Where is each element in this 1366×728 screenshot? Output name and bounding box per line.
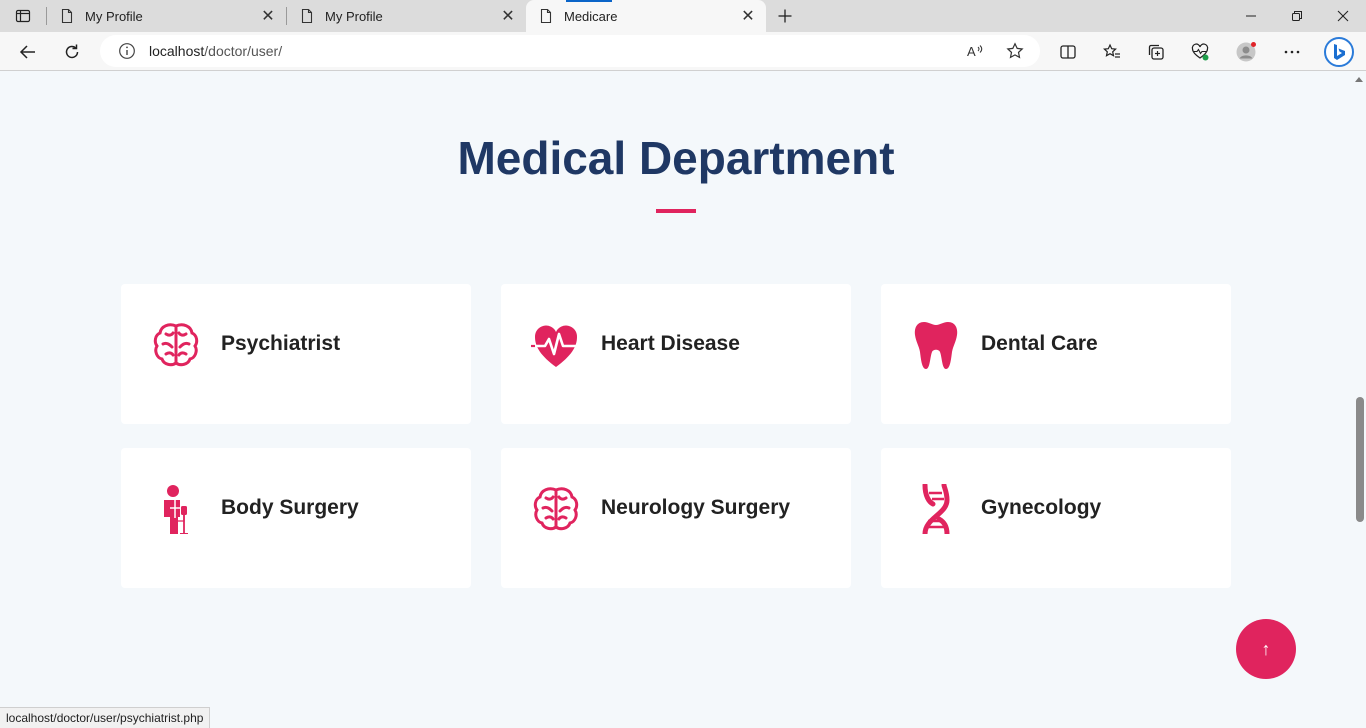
scroll-up-arrow-icon[interactable] (1355, 77, 1363, 82)
page-icon (540, 8, 552, 24)
url-host: localhost (149, 43, 205, 59)
department-label: Dental Care (981, 332, 1098, 355)
collections-button[interactable] (1146, 42, 1166, 62)
tab-actions-menu-button[interactable] (0, 0, 46, 32)
new-tab-button[interactable] (766, 0, 804, 32)
tab-title: My Profile (85, 8, 143, 24)
restore-icon (1292, 11, 1302, 21)
heart-pulse-icon (531, 325, 581, 367)
department-card-dental-care[interactable]: Dental Care (881, 284, 1231, 424)
favorite-star-icon[interactable] (1006, 42, 1024, 60)
browser-tab[interactable]: My Profile ✕ (287, 0, 526, 32)
page-icon (61, 8, 73, 24)
department-card-gynecology[interactable]: Gynecology (881, 448, 1231, 588)
tab-actions-icon (15, 9, 31, 23)
department-label: Psychiatrist (221, 332, 341, 355)
department-label: Neurology Surgery (601, 496, 791, 519)
back-button[interactable] (14, 38, 42, 66)
collections-icon (1148, 44, 1164, 60)
address-bar[interactable]: localhost/doctor/user/ A (100, 35, 1040, 67)
info-icon[interactable] (118, 42, 136, 60)
department-label: Body Surgery (221, 496, 359, 519)
avatar-icon (1236, 42, 1256, 62)
refresh-icon (65, 44, 79, 59)
section-title: Medical Department (457, 132, 895, 184)
tab-title: My Profile (325, 8, 383, 24)
back-to-top-button[interactable]: ↑ (1236, 619, 1296, 679)
heart-pulse-outline-icon (1191, 43, 1209, 61)
profile-button[interactable] (1236, 42, 1256, 62)
split-screen-button[interactable] (1058, 42, 1078, 62)
favorites-icon (1103, 43, 1120, 58)
url-path: /doctor/user/ (204, 43, 283, 59)
favorites-button[interactable] (1102, 42, 1122, 62)
brain-icon (153, 323, 199, 367)
browser-tab[interactable]: My Profile ✕ (47, 0, 286, 32)
browser-tab-active[interactable]: Medicare ✕ (526, 0, 766, 32)
read-aloud-icon[interactable]: A (966, 42, 984, 60)
tooth-icon (914, 322, 958, 369)
link-status-bar: localhost/doctor/user/psychiatrist.php (0, 707, 211, 728)
window-controls (1228, 0, 1366, 32)
split-screen-icon (1060, 45, 1076, 59)
page-icon (301, 8, 313, 24)
department-card-psychiatrist[interactable]: Psychiatrist (121, 284, 471, 424)
url-text[interactable]: localhost/doctor/user/ (149, 43, 282, 59)
close-icon[interactable]: ✕ (260, 8, 276, 25)
close-icon (1337, 10, 1349, 22)
brain-icon (533, 487, 579, 531)
department-card-heart-disease[interactable]: Heart Disease (501, 284, 851, 424)
bing-copilot-icon (1324, 37, 1354, 67)
minimize-icon (1246, 15, 1256, 17)
close-icon[interactable]: ✕ (740, 8, 756, 25)
arrow-left-icon (19, 45, 35, 59)
title-underline (656, 209, 696, 213)
close-window-button[interactable] (1320, 0, 1366, 32)
plus-icon (778, 9, 792, 23)
minimize-button[interactable] (1228, 0, 1274, 32)
browser-essentials-button[interactable] (1190, 42, 1210, 62)
department-label: Gynecology (981, 496, 1102, 519)
settings-more-button[interactable] (1282, 42, 1302, 62)
scrollbar-thumb[interactable] (1356, 397, 1364, 522)
more-dots-icon (1284, 50, 1300, 54)
department-label: Heart Disease (601, 332, 740, 355)
close-icon[interactable]: ✕ (500, 8, 516, 25)
svg-text:A: A (967, 44, 976, 59)
refresh-button[interactable] (58, 38, 86, 66)
page-scrollbar[interactable] (1352, 71, 1366, 728)
patient-drip-icon (164, 485, 188, 534)
tab-title: Medicare (564, 8, 618, 24)
page-content: Medical Department Psychiatrist Heart Di… (0, 71, 1352, 728)
browser-tab-bar: My Profile ✕ My Profile ✕ Medicare ✕ (0, 0, 1366, 32)
dna-icon (922, 484, 950, 534)
department-card-body-surgery[interactable]: Body Surgery (121, 448, 471, 588)
restore-button[interactable] (1274, 0, 1320, 32)
browser-toolbar: localhost/doctor/user/ A (0, 32, 1366, 71)
department-card-neurology-surgery[interactable]: Neurology Surgery (501, 448, 851, 588)
copilot-button[interactable] (1323, 36, 1355, 68)
